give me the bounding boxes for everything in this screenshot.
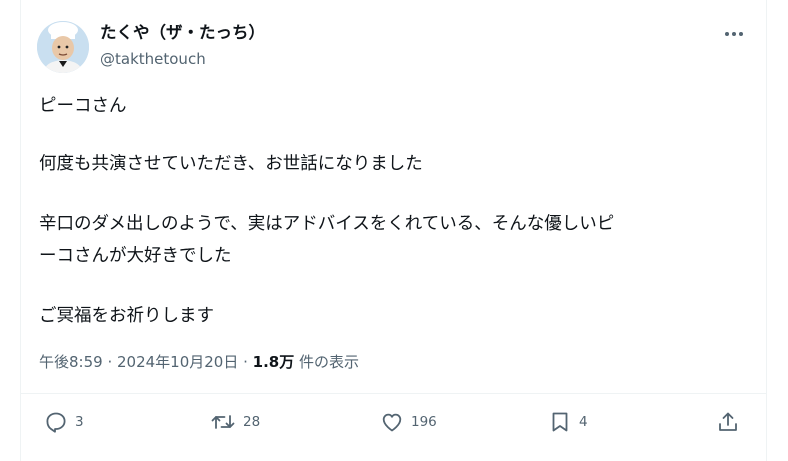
views-count: 1.8万 [252,353,295,371]
avatar[interactable] [37,21,89,73]
views-label: 件の表示 [294,353,360,371]
tweet-time[interactable]: 午後8:59 [39,353,103,371]
heart-icon [382,413,402,432]
retweet-button[interactable]: 28 [210,410,260,434]
divider [21,393,766,394]
bookmark-button[interactable]: 4 [548,410,588,434]
retweet-icon [211,415,235,429]
tweet-line: 辛口のダメ出しのようで、実はアドバイスをくれている、そんな優しいピ [39,214,615,234]
tweet-meta: 午後8:59 · 2024年10月20日 · 1.8万 件の表示 [39,350,359,374]
tweet-line: 何度も共演させていただき、お世話になりました [39,154,423,174]
reply-count: 3 [75,414,84,430]
author-display-name[interactable]: たくや（ザ・たっち） [100,22,265,44]
retweet-count: 28 [243,414,261,430]
author-handle[interactable]: @takthetouch [100,49,206,69]
more-dots-icon [725,32,743,36]
share-icon [719,412,737,431]
like-button[interactable]: 196 [380,410,437,434]
meta-separator: · [102,353,117,371]
tweet-line: ピーコさん [39,96,127,116]
more-options-button[interactable] [720,22,748,46]
tweet-line: ご冥福をお祈りします [39,306,214,326]
share-button[interactable] [716,410,740,434]
bookmark-count: 4 [579,414,588,430]
reply-button[interactable]: 3 [44,410,84,434]
meta-separator: · [238,353,253,371]
bookmark-icon [552,412,568,432]
tweet-date[interactable]: 2024年10月20日 [117,353,238,371]
user-avatar-icon [37,21,89,73]
right-border [766,0,767,461]
tweet-line: ーコさんが大好きでした [39,246,232,266]
tweet-page: たくや（ザ・たっち） @takthetouch ピーコさん 何度も共演させていた… [0,0,788,461]
like-count: 196 [411,414,437,430]
left-border [20,0,21,461]
reply-icon [46,412,66,433]
